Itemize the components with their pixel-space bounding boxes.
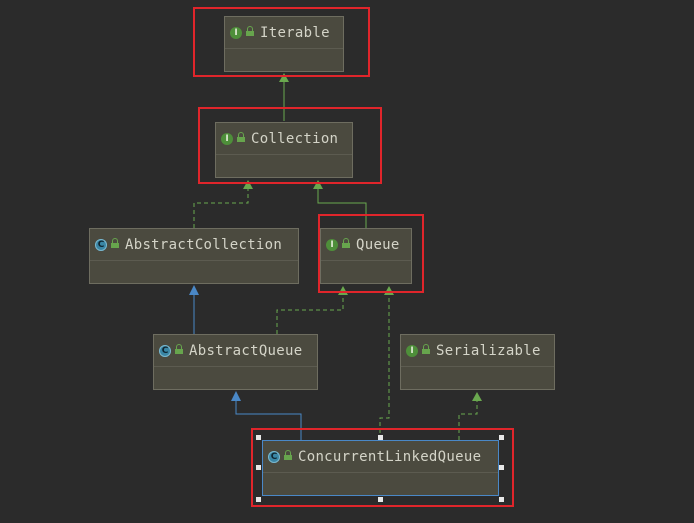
abstract-class-icon: C [159, 344, 171, 357]
node-label: AbstractQueue [189, 342, 303, 359]
lock-icon [422, 343, 430, 355]
highlight-box-concurrent-linked-queue [251, 428, 514, 507]
node-label: Serializable [436, 342, 541, 359]
highlight-box-queue [318, 214, 424, 293]
edge-abstractqueue-extends-abstractcollection [189, 285, 199, 334]
edge-concurrentlinkedqueue-implements-queue [379, 286, 394, 440]
edge-abstractqueue-implements-queue [276, 286, 348, 334]
abstract-queue-node[interactable]: C AbstractQueue [153, 334, 318, 390]
node-label: AbstractCollection [125, 236, 283, 253]
abstract-class-icon: C [95, 238, 107, 251]
highlight-box-iterable [193, 7, 370, 77]
edge-abstractcollection-implements-collection [193, 180, 253, 228]
lock-icon [111, 237, 119, 249]
lock-icon [175, 343, 183, 355]
abstract-collection-node[interactable]: C AbstractCollection [89, 228, 299, 284]
serializable-node[interactable]: I Serializable [400, 334, 555, 390]
interface-icon: I [406, 344, 418, 357]
uml-diagram: I Iterable I Collection C AbstractCollec… [0, 0, 694, 523]
highlight-box-collection [198, 107, 382, 184]
